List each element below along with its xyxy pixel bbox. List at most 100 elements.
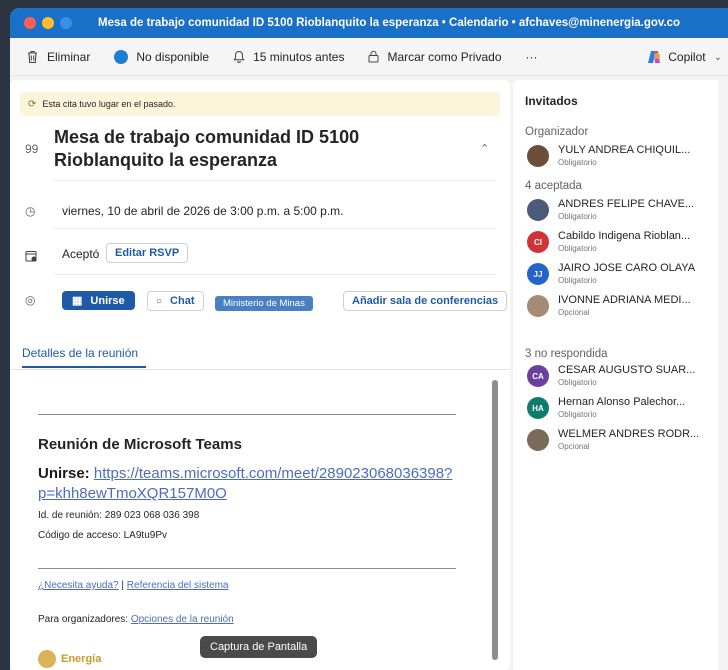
- avatar: CA: [527, 365, 549, 387]
- join-label: Unirse:: [38, 465, 90, 482]
- close-window-button[interactable]: [24, 17, 36, 29]
- attendee-name: WELMER ANDRES RODR...: [558, 428, 700, 440]
- coat-of-arms-icon: [38, 650, 56, 668]
- title-bar: Mesa de trabajo comunidad ID 5100 Riobla…: [10, 8, 728, 38]
- attendee-item[interactable]: CI Cabildo Indigena Rioblan... Obligator…: [525, 228, 715, 258]
- system-reference-link[interactable]: Referencia del sistema: [127, 580, 229, 591]
- attendee-role: Obligatorio: [558, 378, 597, 387]
- attendee-role: Obligatorio: [558, 244, 597, 253]
- help-link[interactable]: ¿Necesita ayuda?: [38, 580, 119, 591]
- details-scrollbar[interactable]: [492, 380, 498, 660]
- calendar-check-icon: [25, 251, 37, 262]
- tab-active-indicator: [22, 366, 146, 368]
- energy-logo-text: Energía: [61, 653, 102, 665]
- divider: [54, 180, 496, 181]
- copilot-icon: [648, 51, 661, 63]
- avatar: [527, 295, 549, 317]
- delete-label: Eliminar: [47, 49, 91, 64]
- zoom-window-button[interactable]: [60, 17, 72, 29]
- attendee-name: Hernan Alonso Palechor...: [558, 396, 686, 408]
- info-icon: ⟳: [28, 98, 37, 110]
- attendee-name: JAIRO JOSE CARO OLAYA: [558, 262, 696, 274]
- divider: [54, 228, 496, 229]
- accepted-group-header: 4 aceptada: [525, 180, 582, 192]
- bell-icon: [233, 50, 245, 63]
- copilot-button[interactable]: Copilot ⌄: [646, 38, 722, 76]
- attendee-name: CESAR AUGUSTO SUAR...: [558, 364, 696, 376]
- organizer-options-line: Para organizadores: Opciones de la reuni…: [38, 614, 234, 625]
- join-meeting-link[interactable]: https://teams.microsoft.com/meet/2890230…: [94, 465, 453, 482]
- attendee-name: Cabildo Indigena Rioblan...: [558, 230, 691, 242]
- separator-line: [38, 414, 456, 415]
- avatar: JJ: [527, 263, 549, 285]
- avatar: [527, 429, 549, 451]
- attendee-role: Opcional: [558, 308, 590, 317]
- more-options-button[interactable]: ···: [526, 50, 538, 64]
- attendee-item[interactable]: HA Hernan Alonso Palechor... Obligatorio: [525, 394, 715, 424]
- trash-icon: [28, 50, 37, 63]
- attendee-role: Obligatorio: [558, 212, 597, 221]
- reminder-label: 15 minutos antes: [253, 49, 345, 64]
- reminder-dropdown[interactable]: 15 minutos antes: [233, 50, 344, 64]
- tab-meeting-details[interactable]: Detalles de la reunión: [22, 346, 138, 360]
- response-status: Aceptó: [62, 247, 100, 261]
- attendee-item[interactable]: WELMER ANDRES RODR... Opcional: [525, 426, 715, 456]
- attendee-name: ANDRES FELIPE CHAVE...: [558, 198, 695, 210]
- edit-rsvp-button[interactable]: Editar RSVP: [106, 243, 189, 263]
- attendee-item[interactable]: YULY ANDREA CHIQUIL... Obligatorio: [525, 142, 715, 172]
- join-link-block: Unirse: https://teams.microsoft.com/meet…: [38, 464, 478, 504]
- attendee-item[interactable]: JJ JAIRO JOSE CARO OLAYA Obligatorio: [525, 260, 715, 290]
- join-teams-button[interactable]: ▦ Unirse: [62, 291, 135, 310]
- attendee-item[interactable]: ANDRES FELIPE CHAVE... Obligatorio: [525, 196, 715, 226]
- passcode-value: LA9tu9Pv: [123, 530, 167, 541]
- chat-icon: ○: [156, 295, 163, 307]
- busy-status-icon: [114, 49, 129, 64]
- tab-bar: Detalles de la reunión: [10, 338, 510, 370]
- help-links: ¿Necesita ayuda? | Referencia del sistem…: [38, 580, 229, 591]
- meeting-options-link[interactable]: Opciones de la reunión: [131, 614, 234, 625]
- show-as-dropdown[interactable]: No disponible: [114, 49, 210, 64]
- mark-private-button[interactable]: Marcar como Privado: [368, 50, 502, 64]
- teams-meeting-title: Reunión de Microsoft Teams: [38, 436, 242, 453]
- chat-button[interactable]: ○ Chat: [147, 291, 204, 311]
- show-as-label: No disponible: [136, 49, 210, 64]
- avatar: [527, 145, 549, 167]
- attendee-name: YULY ANDREA CHIQUIL...: [558, 144, 691, 156]
- screenshot-tooltip: Captura de Pantalla: [200, 636, 318, 658]
- energy-logo: Energía: [38, 650, 101, 668]
- event-details-pane: ⟳ Esta cita tuvo lugar en el pasado. 99 …: [10, 80, 510, 670]
- noresponse-group-header: 3 no respondida: [525, 348, 608, 360]
- avatar: HA: [527, 397, 549, 419]
- avatar: [527, 199, 549, 221]
- add-conference-room-button[interactable]: Añadir sala de conferencias: [343, 291, 508, 311]
- meeting-id-label: Id. de reunión:: [38, 510, 102, 521]
- passcode-label: Código de acceso:: [38, 530, 121, 541]
- collapse-chevron-icon[interactable]: ⌃: [480, 142, 489, 155]
- attendee-role: Opcional: [558, 442, 590, 451]
- attendee-item[interactable]: IVONNE ADRIANA MEDI... Opcional: [525, 292, 715, 322]
- location-pin-icon: ◎: [25, 293, 36, 307]
- clock-icon: ◷: [25, 204, 36, 218]
- meeting-body: Reunión de Microsoft Teams Unirse: https…: [10, 370, 510, 670]
- app-sidebar-edge: [0, 80, 8, 670]
- meeting-id-value: 289 023 068 036 398: [104, 510, 200, 521]
- minimize-window-button[interactable]: [42, 17, 54, 29]
- organizer-options-label: Para organizadores:: [38, 614, 129, 625]
- event-subject: Mesa de trabajo comunidad ID 5100 Riobla…: [54, 127, 360, 170]
- join-meeting-link-continued[interactable]: p=khh8ewTmoXQR157M0O: [38, 485, 227, 502]
- attendee-role: Obligatorio: [558, 158, 597, 167]
- meeting-id-line: Id. de reunión: 289 023 068 036 398: [38, 510, 199, 521]
- copilot-label: Copilot: [668, 50, 706, 64]
- attendee-role: Obligatorio: [558, 410, 597, 419]
- location-tag: Ministerio de Minas: [215, 296, 313, 311]
- event-datetime: viernes, 10 de abril de 2026 de 3:00 p.m…: [62, 204, 344, 218]
- attendee-name: IVONNE ADRIANA MEDI...: [558, 294, 691, 306]
- subject-icon: 99: [25, 142, 39, 156]
- link-separator: |: [121, 580, 124, 591]
- attendees-title: Invitados: [525, 94, 578, 108]
- past-event-banner: ⟳ Esta cita tuvo lugar en el pasado.: [20, 92, 500, 116]
- window-title: Mesa de trabajo comunidad ID 5100 Riobla…: [98, 17, 681, 29]
- attendee-item[interactable]: CA CESAR AUGUSTO SUAR... Obligatorio: [525, 362, 715, 392]
- delete-button[interactable]: Eliminar: [26, 50, 90, 64]
- teams-icon: ▦: [72, 295, 83, 307]
